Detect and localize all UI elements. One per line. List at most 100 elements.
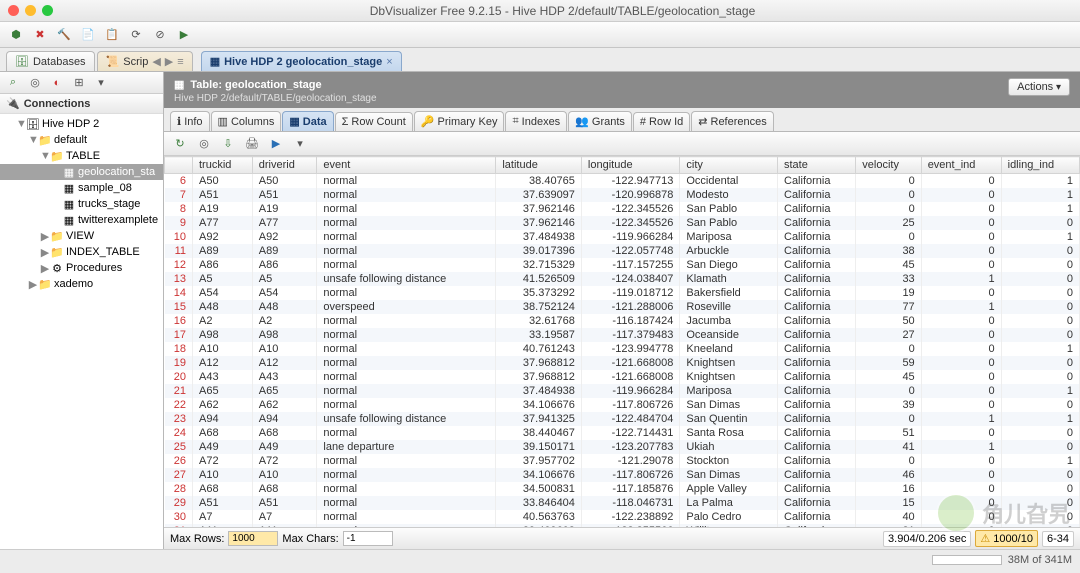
column-header[interactable] [165,157,193,174]
cell[interactable]: 0 [921,482,1001,496]
cell[interactable]: 34.106676 [496,468,582,482]
cell[interactable]: normal [317,384,496,398]
cell[interactable]: 0 [856,342,921,356]
actions-button[interactable]: Actions ▾ [1008,78,1070,96]
cell[interactable]: 0 [1001,496,1079,510]
cell[interactable]: A50 [193,174,253,189]
table-row[interactable]: 20A43A43normal37.968812-121.668008Knight… [165,370,1080,384]
cell[interactable]: 28 [165,482,193,496]
cell[interactable]: normal [317,454,496,468]
export-icon[interactable]: ⇩ [218,134,238,154]
connection-tree[interactable]: ▼🗄Hive HDP 2▼📁default▼📁TABLE▦geolocation… [0,114,163,549]
cell[interactable]: California [778,300,856,314]
cell[interactable]: 35.373292 [496,286,582,300]
cell[interactable]: 0 [921,202,1001,216]
cell[interactable]: 0 [856,174,921,189]
print-icon[interactable]: 🖨 [242,134,262,154]
cell[interactable]: 37.957702 [496,454,582,468]
cell[interactable]: Santa Rosa [680,426,778,440]
cell[interactable]: 38 [856,244,921,258]
cell[interactable]: 12 [165,258,193,272]
cell[interactable]: A68 [193,426,253,440]
cell[interactable]: A7 [252,510,317,524]
cell[interactable]: San Dimas [680,468,778,482]
nav-menu-icon[interactable]: ≡ [177,56,183,68]
tree-item[interactable]: ▦geolocation_sta [0,164,163,180]
cell[interactable]: 11 [165,244,193,258]
table-row[interactable]: 14A54A54normal35.373292-119.018712Bakers… [165,286,1080,300]
cell[interactable]: 15 [856,496,921,510]
cell[interactable]: California [778,426,856,440]
cell[interactable]: 32.61768 [496,314,582,328]
cell[interactable]: A7 [193,510,253,524]
cell[interactable]: A10 [252,468,317,482]
cell[interactable]: normal [317,202,496,216]
cell[interactable]: -120.996878 [581,188,679,202]
table-row[interactable]: 8A19A19normal37.962146-122.345526San Pab… [165,202,1080,216]
cell[interactable]: 37.968812 [496,356,582,370]
cell[interactable]: Kneeland [680,342,778,356]
column-header[interactable]: truckid [193,157,253,174]
cell[interactable]: Jacumba [680,314,778,328]
cell[interactable]: A19 [252,202,317,216]
cell[interactable]: 7 [165,188,193,202]
cell[interactable]: A72 [252,454,317,468]
cell[interactable]: 51 [856,426,921,440]
cell[interactable]: 26 [165,454,193,468]
cell[interactable]: normal [317,482,496,496]
cell[interactable]: lane departure [317,440,496,454]
cell[interactable]: 1 [1001,412,1079,426]
nav-fwd-icon[interactable]: ▶ [165,55,173,68]
cell[interactable]: -122.345526 [581,216,679,230]
cell[interactable]: 37.962146 [496,202,582,216]
cell[interactable]: California [778,440,856,454]
cell[interactable]: California [778,412,856,426]
cell[interactable]: 45 [856,370,921,384]
cell[interactable]: 0 [1001,286,1079,300]
table-row[interactable]: 11A89A89normal39.017396-122.057748Arbuck… [165,244,1080,258]
cell[interactable]: A12 [252,356,317,370]
tree-item[interactable]: ▶📁VIEW [0,228,163,244]
cell[interactable]: 0 [921,258,1001,272]
cell[interactable]: 1 [1001,188,1079,202]
data-grid-scroll[interactable]: truckiddriverideventlatitudelongitudecit… [164,156,1080,527]
cell[interactable]: A48 [193,300,253,314]
cell[interactable]: A86 [193,258,253,272]
cell[interactable]: A62 [193,398,253,412]
cell[interactable]: California [778,286,856,300]
table-row[interactable]: 6A50A50normal38.40765-122.947713Occident… [165,174,1080,189]
cell[interactable]: Oceanside [680,328,778,342]
cell[interactable]: 0 [921,384,1001,398]
tab-scripts[interactable]: 📜 Scrip ◀ ▶ ≡ [97,51,193,71]
cell[interactable]: -117.185876 [581,482,679,496]
cell[interactable]: A10 [252,342,317,356]
cell[interactable]: Mariposa [680,230,778,244]
cell[interactable]: 23 [165,412,193,426]
cell[interactable]: 0 [921,174,1001,189]
cell[interactable]: 10 [165,230,193,244]
cell[interactable]: San Dimas [680,398,778,412]
cell[interactable]: California [778,370,856,384]
cell[interactable]: Knightsen [680,370,778,384]
cell[interactable]: Bakersfield [680,286,778,300]
disconnect-icon[interactable]: ✖ [30,25,50,45]
cell[interactable]: 6 [165,174,193,189]
cell[interactable]: A72 [193,454,253,468]
reload-icon[interactable]: ↻ [170,134,190,154]
cell[interactable]: -117.806726 [581,468,679,482]
column-header[interactable]: state [778,157,856,174]
tool-icon[interactable]: 🔨 [54,25,74,45]
cell[interactable]: normal [317,286,496,300]
cell[interactable]: 1 [921,412,1001,426]
cell[interactable]: 0 [1001,216,1079,230]
table-row[interactable]: 27A10A10normal34.106676-117.806726San Di… [165,468,1080,482]
tree-item[interactable]: ▦trucks_stage [0,196,163,212]
cell[interactable]: Stockton [680,454,778,468]
cell[interactable]: A65 [252,384,317,398]
cell[interactable]: California [778,454,856,468]
cell[interactable]: A10 [193,342,253,356]
cell[interactable]: A49 [252,440,317,454]
tab-row-id[interactable]: #Row Id [633,112,690,131]
cell[interactable]: -119.966284 [581,384,679,398]
new-connection-icon[interactable]: ⬢ [6,25,26,45]
